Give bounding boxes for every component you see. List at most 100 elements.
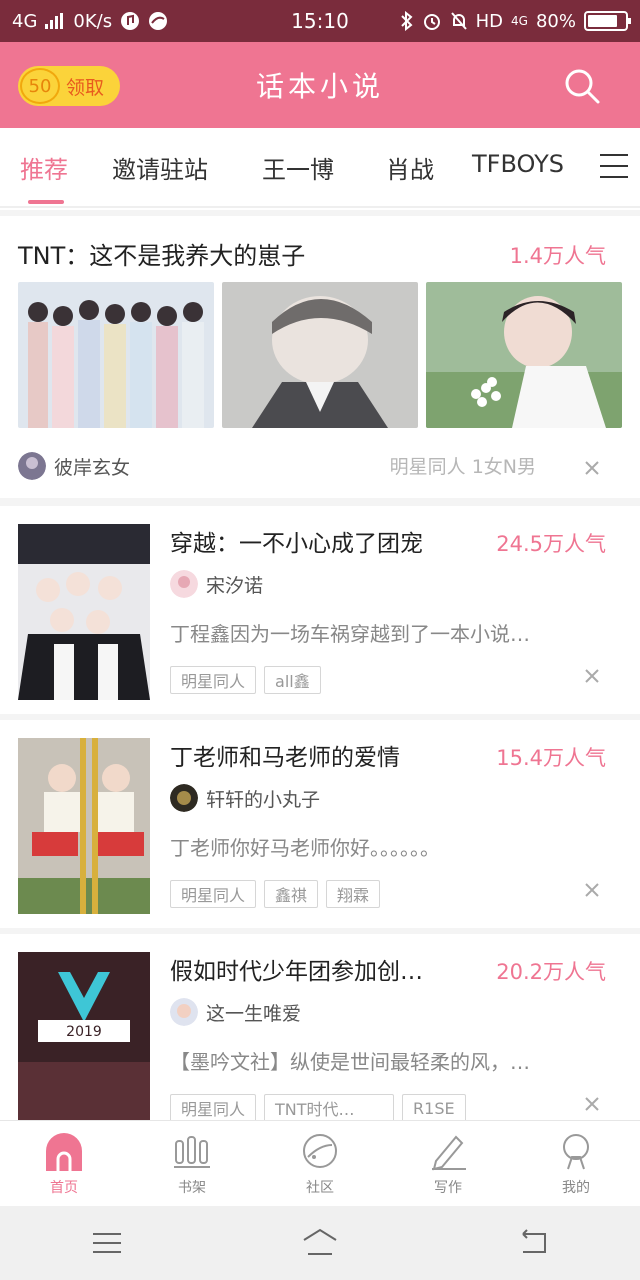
book-tag[interactable]: 翔霖 bbox=[326, 880, 381, 908]
profile-icon bbox=[563, 1134, 589, 1170]
signal-icon bbox=[45, 13, 64, 29]
book-card[interactable]: 2019 假如时代少年团参加创… 20.2万人气 这一生唯爱 【墨吟文社】纵使是… bbox=[0, 934, 640, 1120]
network-label: 4G bbox=[12, 10, 38, 32]
nav-write-label: 写作 bbox=[434, 1180, 462, 1196]
book-feed[interactable]: TNT：这不是我养大的崽子 1.4万人气 彼岸玄女 明星同人 1女N男 穿越：一… bbox=[0, 210, 640, 1120]
book-tags: 明星同人 all鑫 bbox=[170, 666, 321, 694]
svg-text:2019: 2019 bbox=[66, 1024, 102, 1040]
featured-author[interactable]: 彼岸玄女 bbox=[54, 453, 130, 480]
nav-community[interactable]: 社区 bbox=[256, 1121, 384, 1206]
featured-image-2[interactable] bbox=[222, 282, 418, 428]
nav-home-label: 首页 bbox=[50, 1180, 78, 1196]
nav-bookshelf[interactable]: 书架 bbox=[128, 1121, 256, 1206]
hd-indicator: HD bbox=[475, 10, 504, 32]
book-tags: 明星同人 TNT时代… R1SE bbox=[170, 1094, 466, 1120]
net-type-indicator: 4G bbox=[511, 14, 528, 28]
author-avatar[interactable] bbox=[170, 998, 198, 1026]
dismiss-icon[interactable] bbox=[584, 668, 600, 684]
claim-label: 领取 bbox=[66, 76, 105, 99]
tab-tfboys[interactable]: TFBOYS bbox=[472, 150, 564, 178]
tab-xiao-zhan[interactable]: 肖战 bbox=[386, 150, 434, 185]
app-header: 50 领取 话本小说 bbox=[0, 42, 640, 128]
book-author-row[interactable]: 宋汐诺 bbox=[170, 570, 263, 598]
app-title: 话本小说 bbox=[255, 70, 384, 103]
mute-icon bbox=[450, 12, 467, 30]
clock: 15:10 bbox=[291, 9, 349, 33]
nav-profile-label: 我的 bbox=[562, 1180, 590, 1196]
home-icon[interactable] bbox=[300, 1228, 340, 1258]
book-tag[interactable]: all鑫 bbox=[264, 666, 321, 694]
book-card[interactable]: 穿越：一不小心成了团宠 24.5万人气 宋汐诺 丁程鑫因为一场车祸穿越到了一本小… bbox=[0, 506, 640, 714]
planet-icon bbox=[303, 1134, 337, 1168]
author-avatar[interactable] bbox=[170, 784, 198, 812]
dismiss-icon[interactable] bbox=[584, 460, 600, 476]
battery-percent: 80% bbox=[535, 10, 576, 32]
book-author-row[interactable]: 这一生唯爱 bbox=[170, 998, 301, 1026]
book-author-row[interactable]: 轩轩的小丸子 bbox=[170, 784, 320, 812]
book-popularity: 15.4万人气 bbox=[496, 746, 606, 770]
book-tag[interactable]: TNT时代… bbox=[264, 1094, 395, 1120]
featured-title[interactable]: TNT：这不是我养大的崽子 bbox=[18, 236, 305, 271]
book-popularity: 20.2万人气 bbox=[496, 960, 606, 984]
featured-card[interactable]: TNT：这不是我养大的崽子 1.4万人气 彼岸玄女 明星同人 1女N男 bbox=[0, 216, 640, 498]
book-author[interactable]: 这一生唯爱 bbox=[206, 999, 301, 1026]
app-notification-icon bbox=[149, 12, 168, 30]
status-left: 4G 0K/s bbox=[12, 11, 168, 32]
book-cover[interactable]: 2019 bbox=[18, 952, 150, 1120]
featured-images[interactable] bbox=[18, 282, 622, 428]
menu-icon[interactable] bbox=[87, 1228, 127, 1258]
book-cover[interactable] bbox=[18, 738, 150, 914]
battery-icon bbox=[584, 11, 631, 31]
featured-author-row[interactable]: 彼岸玄女 bbox=[18, 452, 130, 480]
book-author[interactable]: 轩轩的小丸子 bbox=[206, 785, 320, 812]
book-tag[interactable]: 明星同人 bbox=[170, 1094, 257, 1120]
book-tag[interactable]: 明星同人 bbox=[170, 880, 257, 908]
claim-coins-button[interactable]: 50 领取 bbox=[18, 66, 120, 106]
category-tabs: 推荐 邀请驻站 王一博 肖战 TFBOYS bbox=[0, 128, 640, 208]
back-icon[interactable] bbox=[513, 1228, 553, 1258]
nav-community-label: 社区 bbox=[306, 1180, 334, 1196]
book-cover[interactable] bbox=[18, 524, 150, 700]
tab-wang-yibo[interactable]: 王一博 bbox=[262, 150, 334, 185]
book-tag[interactable]: 鑫祺 bbox=[264, 880, 319, 908]
battery-level bbox=[588, 15, 617, 27]
tab-recommend[interactable]: 推荐 bbox=[20, 150, 68, 185]
nav-home[interactable]: 首页 bbox=[0, 1121, 128, 1206]
book-title[interactable]: 丁老师和马老师的爱情 bbox=[170, 738, 400, 772]
tab-invite[interactable]: 邀请驻站 bbox=[112, 150, 208, 185]
book-author[interactable]: 宋汐诺 bbox=[206, 571, 263, 598]
book-description: 丁程鑫因为一场车祸穿越到了一本小说… bbox=[170, 622, 530, 646]
bookshelf-icon bbox=[174, 1136, 210, 1168]
music-icon bbox=[121, 12, 140, 30]
dismiss-icon[interactable] bbox=[584, 1096, 600, 1112]
book-card[interactable]: 丁老师和马老师的爱情 15.4万人气 轩轩的小丸子 丁老师你好马老师你好。。。。… bbox=[0, 720, 640, 928]
book-popularity: 24.5万人气 bbox=[496, 532, 606, 556]
author-avatar[interactable] bbox=[170, 570, 198, 598]
nav-bookshelf-label: 书架 bbox=[178, 1180, 206, 1196]
book-tag[interactable]: R1SE bbox=[402, 1094, 466, 1120]
book-tags: 明星同人 鑫祺 翔霖 bbox=[170, 880, 381, 908]
book-description: 丁老师你好马老师你好。。。。。。 bbox=[170, 836, 440, 860]
search-icon[interactable] bbox=[562, 66, 602, 106]
status-right: HD 4G 80% bbox=[400, 10, 631, 32]
book-tag[interactable]: 明星同人 bbox=[170, 666, 257, 694]
alarm-icon bbox=[423, 14, 440, 30]
book-title[interactable]: 假如时代少年团参加创… bbox=[170, 952, 423, 986]
featured-popularity: 1.4万人气 bbox=[509, 244, 606, 268]
nav-profile[interactable]: 我的 bbox=[512, 1121, 640, 1206]
nav-write[interactable]: 写作 bbox=[384, 1121, 512, 1206]
status-bar: 4G 0K/s 15:10 HD 4G 80% bbox=[0, 0, 640, 42]
bottom-nav: 首页 书架 社区 写作 我的 bbox=[0, 1120, 640, 1206]
dismiss-icon[interactable] bbox=[584, 882, 600, 898]
active-tab-indicator bbox=[28, 200, 64, 204]
bluetooth-icon bbox=[400, 11, 413, 31]
book-title[interactable]: 穿越：一不小心成了团宠 bbox=[170, 524, 423, 558]
home-icon bbox=[46, 1133, 82, 1171]
author-avatar[interactable] bbox=[18, 452, 46, 480]
menu-icon[interactable] bbox=[600, 154, 628, 180]
featured-image-3[interactable] bbox=[426, 282, 622, 428]
coin-badge: 50 bbox=[20, 68, 60, 104]
system-nav bbox=[0, 1206, 640, 1280]
featured-meta: 明星同人 1女N男 bbox=[389, 456, 536, 478]
featured-image-1[interactable] bbox=[18, 282, 214, 428]
